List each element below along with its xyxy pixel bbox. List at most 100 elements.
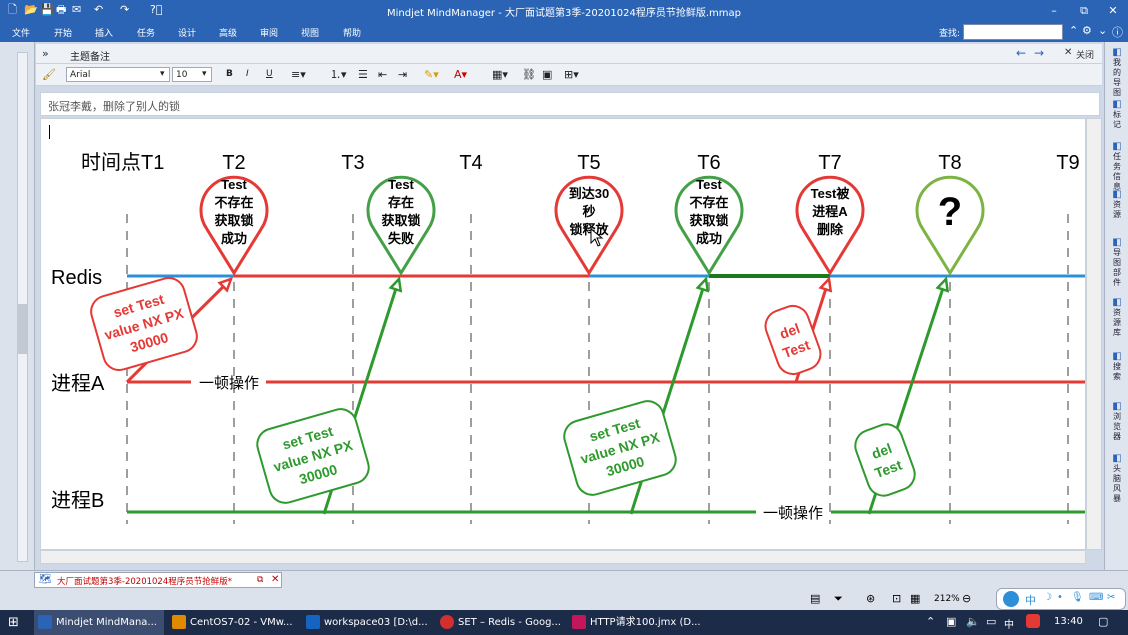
table-icon[interactable]: ▦▾ [492,67,508,82]
ime-punct-icon[interactable]: • [1057,592,1063,603]
pin-label: 成功 [696,231,722,246]
menu-help[interactable]: 帮助 [343,26,361,39]
right-panel-item[interactable]: ◧ 导图部件 [1107,238,1127,288]
outdent-icon[interactable]: ⇤ [378,67,387,82]
tab-close-icon[interactable]: ✕ [271,574,279,585]
ime-mic-icon[interactable]: 🎙 [1071,592,1084,603]
ime-moon-icon[interactable]: ☽ [1043,592,1052,603]
help-circle-icon[interactable]: ⓘ [1112,24,1123,40]
search-label: 查找: [939,29,961,39]
pin-label: Test被 [811,186,851,201]
tab-restore-icon[interactable]: ⧉ [257,575,263,585]
menu-review[interactable]: 审阅 [260,26,278,39]
pin-label: 获取锁 [689,213,728,228]
right-panel-item[interactable]: ◧ 资源 [1107,190,1127,220]
collapse-ribbon-icon[interactable]: ⌃ [1069,24,1078,37]
insert-icon[interactable]: ⊞▾ [564,67,579,82]
notifications-icon[interactable]: ▢ [1098,615,1108,628]
lock-state-pin: 到达30 秒锁释放 [554,175,624,276]
task-chrome[interactable]: SET – Redis - Goog... [436,610,566,635]
menu-advanced[interactable]: 高级 [219,26,237,39]
format-toolbar: 🖌 Arial ▾ 10 ▾ B I U ≡▾ ⒈▾ ☰ ⇤ ⇥ ✎▾ A▾ ▦… [36,64,1102,86]
ime-tools-icon[interactable]: ✂ [1107,592,1115,603]
nav-back-icon[interactable]: ← [1016,46,1026,60]
expand-panel-icon[interactable]: » [42,47,49,60]
menu-design[interactable]: 设计 [178,26,196,39]
menu-view[interactable]: 视图 [301,26,319,39]
bullet-list-icon[interactable]: ☰ [358,67,368,82]
underline-button[interactable]: U [266,67,273,82]
task-mindmanager[interactable]: Mindjet MindMana... [34,610,164,635]
minimize-button[interactable]: – [1040,1,1068,21]
menu-bar: 文件 开始 插入 任务 设计 高级 审阅 视图 帮助 查找: ⌃ ⚙ ⌄ ⓘ [0,22,1128,42]
menu-file[interactable]: 文件 [12,26,30,39]
notes-text: 张冠李戴，删除了别人的锁 [48,100,180,113]
close-window-button[interactable]: ✕ [1099,1,1127,21]
right-panel-item[interactable]: ◧ 搜索 [1107,352,1127,382]
task-workspace[interactable]: workspace03 [D:\d... [302,610,432,635]
notes-text-field[interactable]: 张冠李戴，删除了别人的锁 [40,92,1100,116]
right-panel-item[interactable]: ◧ 资源库 [1107,298,1127,338]
right-panel-item[interactable]: ◧ 标记 [1107,100,1127,130]
vertical-scrollbar[interactable] [1086,118,1102,550]
bold-button[interactable]: B [226,67,233,82]
right-panel-item[interactable]: ◧ 任务信息 [1107,142,1127,192]
task-vmware[interactable]: CentOS7-02 - VMw... [168,610,298,635]
font-select[interactable]: Arial [66,67,170,82]
left-scroll-thumb[interactable] [18,304,27,354]
document-tab[interactable]: 🗺 大厂面试题第3季-20201024程序员节抢鲜版* ⧉ ✕ [34,572,282,588]
zoom-out-icon[interactable]: ⊖ [962,592,971,605]
menu-insert[interactable]: 插入 [95,26,113,39]
highlight-icon[interactable]: ✎▾ [424,67,439,82]
right-panel-item[interactable]: ◧ 头脑风暴 [1107,454,1127,504]
pin-label: ? [938,190,962,234]
tray-battery-icon[interactable]: ▭ [986,615,996,628]
task-label: workspace03 [D:\d... [324,617,428,628]
close-notes-button[interactable]: 关闭 [1076,48,1094,61]
pin-label: 进程A [812,204,848,219]
pin-label: 锁释放 [569,222,609,237]
indent-icon[interactable]: ⇥ [398,67,407,82]
size-dropdown-icon[interactable]: ▾ [202,67,207,82]
restore-button[interactable]: ⧉ [1070,1,1098,21]
pin-label: 失败 [388,231,414,246]
options-icon[interactable]: ⚙ [1082,24,1092,37]
tray-network-icon[interactable]: ▣ [946,615,956,628]
tray-up-icon[interactable]: ⌃ [926,615,935,628]
ide-icon [306,615,320,629]
close-notes-icon[interactable]: ✕ [1064,47,1072,58]
layout-icon[interactable]: ▤ [810,592,820,605]
italic-button[interactable]: I [246,67,249,82]
dropdown-icon[interactable]: ⌄ [1098,24,1107,37]
format-painter-icon[interactable]: 🖌 [42,67,56,82]
lock-state-pin: Test 不存在获取锁成功 [199,175,269,276]
horizontal-scrollbar[interactable] [40,550,1086,564]
align-icon[interactable]: ≡▾ [291,67,306,82]
pin-label: Test [388,177,414,192]
task-jmeter[interactable]: HTTP请求100.jmx (D... [568,610,702,635]
status-bar: ▤ ⏷ ⊛ ⊡ ▦ 212% ⊖ [0,588,1128,610]
page-view-icon[interactable]: ▦ [910,592,920,605]
menu-task[interactable]: 任务 [137,26,155,39]
numbered-list-icon[interactable]: ⒈▾ [330,67,347,82]
note-canvas[interactable]: 时间点T1 T2 T3 T4 T5 T6 T7 T8 T9 Redis 进程A 进程B 一顿操作 一顿操作… [40,118,1086,550]
tray-volume-icon[interactable]: 🔈 [966,615,980,628]
nav-forward-icon[interactable]: → [1034,46,1044,60]
tray-language[interactable]: 中 [1004,616,1014,631]
image-icon[interactable]: ▣ [542,67,552,82]
fit-view-icon[interactable]: ⊡ [892,592,901,605]
font-color-icon[interactable]: A▾ [454,67,467,82]
notes-header: » 主题备注 ← → ✕ 关闭 [36,44,1102,64]
focus-icon[interactable]: ⊛ [866,592,875,605]
search-input[interactable] [963,24,1063,40]
ime-language[interactable]: 中 [1025,592,1036,608]
menu-home[interactable]: 开始 [54,26,72,39]
ime-keyboard-icon[interactable]: ⌨ [1089,592,1103,603]
right-panel-item[interactable]: ◧ 浏览器 [1107,402,1127,442]
filter-icon[interactable]: ⏷ [834,592,843,606]
right-panel-item[interactable]: ◧ 我的导图 [1107,48,1127,98]
tray-app-icon[interactable] [1026,614,1040,628]
start-icon[interactable]: ⊞ [8,615,19,630]
font-dropdown-icon[interactable]: ▾ [160,67,165,82]
link-icon[interactable]: ⛓ [522,67,536,82]
